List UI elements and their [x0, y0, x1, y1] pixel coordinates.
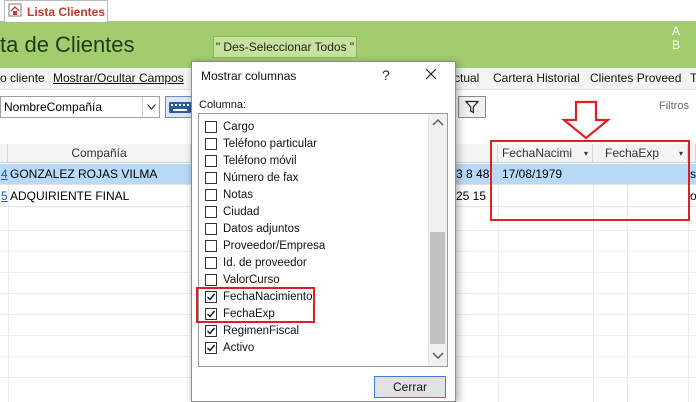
grid-header-compania[interactable]: Compañía: [8, 144, 191, 163]
checkbox[interactable]: [205, 188, 217, 201]
checkbox[interactable]: [205, 205, 217, 218]
list-item[interactable]: Activo: [205, 339, 254, 356]
list-item-label: Teléfono particular: [223, 137, 317, 150]
grid-header-id[interactable]: [0, 144, 8, 163]
list-item-label: Teléfono móvil: [223, 154, 297, 167]
cell-extra: s: [690, 167, 696, 181]
scroll-down-icon[interactable]: [431, 349, 445, 363]
help-icon[interactable]: ?: [382, 67, 390, 83]
list-item[interactable]: Notas: [205, 186, 253, 203]
list-item-label: Proveedor/Empresa: [223, 239, 326, 252]
list-item[interactable]: Teléfono móvil: [205, 152, 297, 169]
scrollbar-thumb[interactable]: [430, 232, 445, 344]
list-item[interactable]: ValorCurso: [205, 271, 280, 288]
list-item-label: Activo: [223, 341, 255, 354]
menu-clientes-proveedores[interactable]: Clientes Proveed: [590, 71, 681, 85]
list-item-label: Ciudad: [223, 205, 260, 218]
chevron-down-icon[interactable]: [142, 97, 159, 117]
list-item[interactable]: RegimenFiscal: [205, 322, 299, 339]
menu-more[interactable]: T: [690, 71, 696, 85]
down-arrow-icon: [560, 100, 612, 143]
list-item[interactable]: Teléfono particular: [205, 135, 317, 152]
filter-icon[interactable]: [458, 96, 486, 118]
highlight-box-new-columns: [490, 140, 690, 221]
dialog-title: Mostrar columnas: [201, 69, 297, 83]
list-item[interactable]: Número de fax: [205, 169, 298, 186]
close-button[interactable]: Cerrar: [374, 376, 446, 398]
combo-value: NombreCompañía: [4, 100, 103, 114]
menu-nuevo-cliente[interactable]: o cliente: [0, 71, 45, 85]
checkbox[interactable]: [205, 120, 217, 133]
list-item-label: Cargo: [223, 120, 255, 133]
checkbox[interactable]: [205, 256, 217, 269]
menu-mostrar-ocultar-campos[interactable]: Mostrar/Ocultar Campos: [53, 71, 184, 85]
list-item-label: RegimenFiscal: [223, 324, 300, 337]
cell-compania: GONZALEZ ROJAS VILMA: [10, 167, 158, 181]
list-item[interactable]: Cargo: [205, 118, 254, 135]
scroll-up-icon[interactable]: [431, 117, 445, 131]
checkmark-icon: [207, 344, 216, 352]
row-id-link[interactable]: 5: [1, 189, 8, 203]
list-item-label: ValorCurso: [223, 273, 280, 286]
tab-lista-clientes[interactable]: Lista Clientes: [4, 0, 108, 22]
list-item-label: Id. de proveedor: [223, 256, 307, 269]
list-item[interactable]: Id. de proveedor: [205, 254, 307, 271]
list-item-label: Número de fax: [223, 171, 299, 184]
list-item[interactable]: Proveedor/Empresa: [205, 237, 325, 254]
checkmark-icon: [207, 327, 216, 335]
checkbox[interactable]: [205, 171, 217, 184]
cell-telefono: 25 15: [456, 189, 487, 203]
search-field-combo[interactable]: NombreCompañía: [0, 96, 160, 118]
list-item-label: Notas: [223, 188, 254, 201]
cell-compania: ADQUIRIENTE FINAL: [10, 189, 130, 203]
cell-telefono: 3 8 48: [456, 167, 490, 181]
checkbox[interactable]: [205, 273, 217, 286]
deselect-all-button[interactable]: " Des-Seleccionar Todos ": [213, 36, 357, 58]
tab-label: Lista Clientes: [27, 4, 106, 19]
checkbox[interactable]: [205, 222, 217, 235]
checkbox[interactable]: [205, 324, 217, 337]
menu-cartera-historial[interactable]: Cartera Historial: [493, 71, 580, 85]
close-icon[interactable]: [423, 66, 439, 82]
checkbox[interactable]: [205, 137, 217, 150]
row-id-link[interactable]: 4: [1, 167, 8, 181]
checkbox[interactable]: [205, 239, 217, 252]
list-item[interactable]: Datos adjuntos: [205, 220, 300, 237]
page-title: ta de Clientes: [0, 32, 135, 57]
menu-cartera-actual[interactable]: ctual: [454, 71, 479, 85]
checkbox[interactable]: [205, 154, 217, 167]
checkbox[interactable]: [205, 341, 217, 354]
highlight-box-checked-items: [196, 287, 315, 323]
header-letters: A B: [672, 24, 691, 52]
cell-extra: o: [690, 189, 696, 203]
list-item-label: Datos adjuntos: [223, 222, 300, 235]
column-list-label: Columna:: [199, 99, 247, 111]
form-icon: [8, 3, 22, 20]
filtros-label: Filtros: [659, 100, 689, 112]
list-item[interactable]: Ciudad: [205, 203, 259, 220]
